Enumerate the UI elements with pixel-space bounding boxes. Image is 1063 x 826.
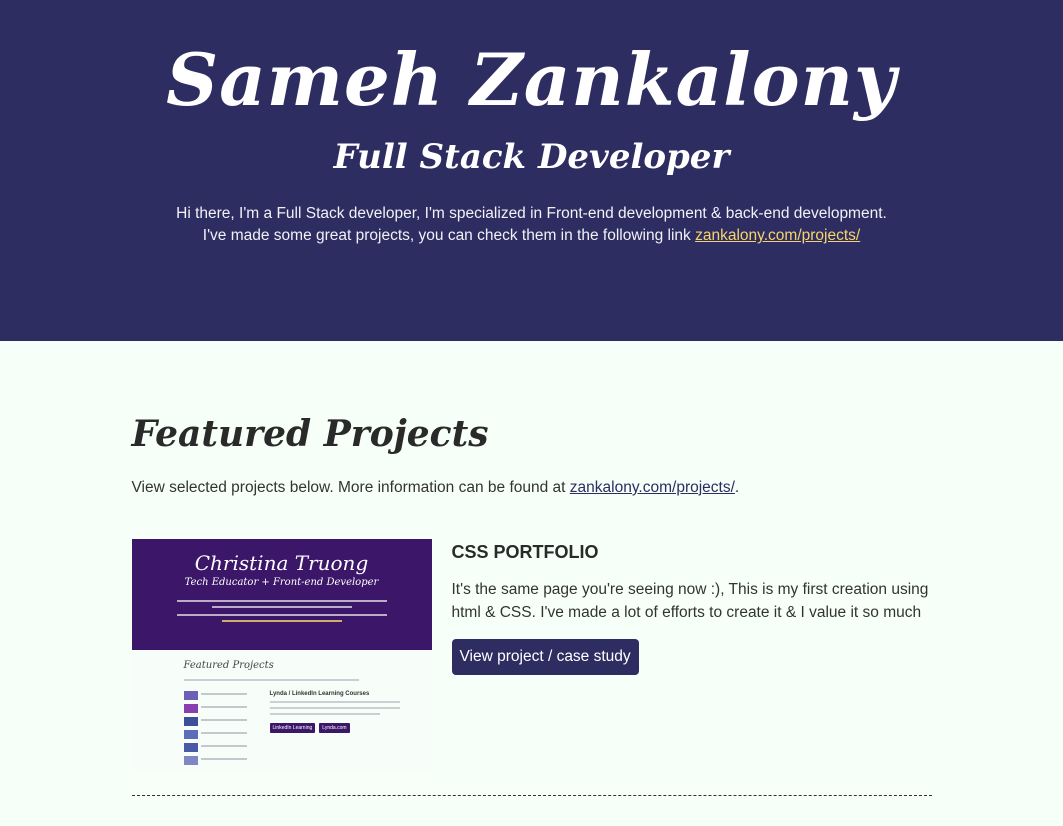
thumbnail-list-item — [183, 717, 262, 726]
hero-projects-link[interactable]: zankalony.com/projects/ — [695, 227, 860, 244]
thumbnail-btn-lynda: Lynda.com — [319, 723, 350, 733]
thumbnail-project-row: Lynda / LinkedIn Learning Courses Linked… — [183, 691, 432, 769]
thumbnail-text-line — [211, 606, 352, 608]
thumbnail-role: Tech Educator + Front-end Developer — [184, 577, 379, 588]
main-content: Featured Projects View selected projects… — [131, 341, 932, 796]
project-description: It's the same page you're seeing now :),… — [451, 581, 929, 621]
hero-intro-line2: I've made some great projects, you can c… — [202, 227, 696, 245]
hero-role: Full Stack Developer — [333, 137, 730, 178]
hero-header: Sameh Zankalony Full Stack Developer Hi … — [0, 0, 1063, 341]
thumbnail-btn-linkedin: LinkedIn Learning — [269, 723, 316, 733]
thumbnail-list-item — [183, 730, 262, 739]
project-thumbnail: Christina Truong Tech Educator + Front-e… — [131, 539, 432, 770]
hero-intro: Hi there, I'm a Full Stack developer, I'… — [0, 203, 1063, 247]
thumbnail-hero: Christina Truong Tech Educator + Front-e… — [131, 539, 432, 650]
view-project-button[interactable]: View project / case study — [451, 639, 639, 675]
thumbnail-detail-line — [269, 707, 400, 709]
hero-intro-line1: Hi there, I'm a Full Stack developer, I'… — [176, 205, 887, 223]
thumbnail-list-item — [183, 756, 262, 765]
featured-projects-link[interactable]: zankalony.com/projects/ — [570, 479, 735, 496]
featured-desc-text: View selected projects below. More infor… — [131, 479, 570, 496]
project-card: Christina Truong Tech Educator + Front-e… — [131, 539, 932, 770]
thumbnail-text-line — [176, 600, 387, 602]
thumbnail-text-line — [221, 620, 342, 622]
thumbnail-list-item — [183, 691, 262, 700]
featured-projects-desc: View selected projects below. More infor… — [132, 479, 932, 497]
thumbnail-desc-line — [183, 679, 359, 681]
thumbnail-project-list — [183, 691, 262, 769]
hero-name: Sameh Zankalony — [166, 37, 897, 122]
project-title: CSS PORTFOLIO — [451, 542, 599, 562]
featured-projects-title: Featured Projects — [131, 413, 489, 455]
featured-desc-suffix: . — [734, 479, 740, 496]
thumbnail-body: Featured Projects Lynda / LinkedIn Learn… — [132, 650, 432, 769]
thumbnail-text-line — [176, 614, 387, 616]
project-info: CSS PORTFOLIO It's the same page you're … — [451, 539, 932, 770]
section-divider — [131, 795, 932, 796]
thumbnail-name: Christina Truong — [194, 551, 369, 575]
thumbnail-list-item — [183, 743, 262, 752]
thumbnail-detail-title: Lynda / LinkedIn Learning Courses — [269, 691, 370, 697]
thumbnail-detail-line — [269, 713, 380, 715]
thumbnail-detail-line — [269, 701, 400, 703]
thumbnail-detail: Lynda / LinkedIn Learning Courses Linked… — [269, 691, 400, 769]
thumbnail-list-item — [183, 704, 262, 713]
thumbnail-section-title: Featured Projects — [183, 660, 274, 671]
thumbnail-buttons: LinkedIn Learning Lynda.com — [269, 723, 400, 733]
